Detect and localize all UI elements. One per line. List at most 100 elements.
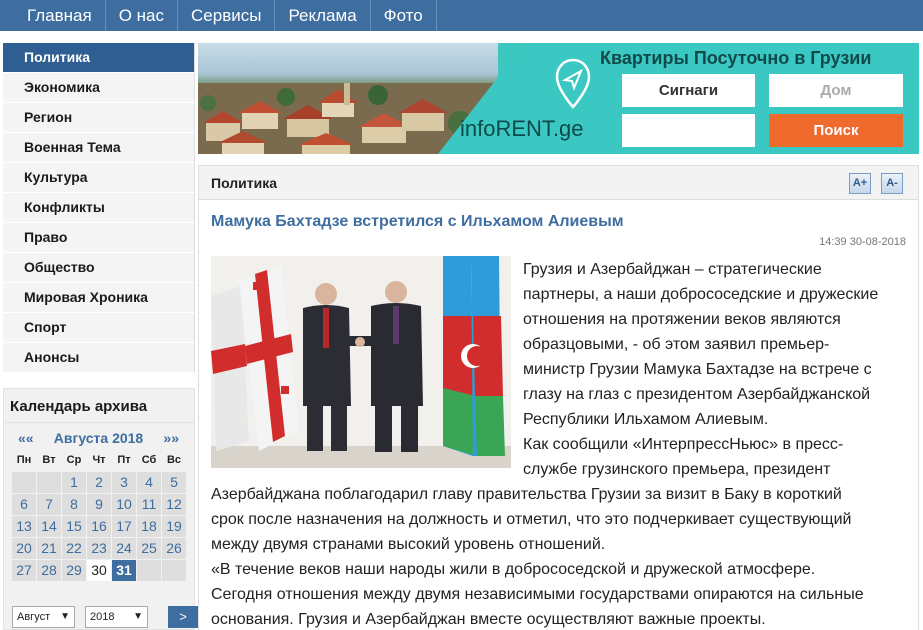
month-select[interactable]: Август ▼	[12, 606, 75, 628]
nav-item-about[interactable]: О нас	[106, 0, 179, 31]
year-select[interactable]: 2018 ▼	[85, 606, 148, 628]
sidebar-item-region[interactable]: Регион	[3, 103, 195, 133]
sidebar-item-announcements[interactable]: Анонсы	[3, 343, 195, 373]
article-line: основания. Грузия и Азербайджан вместе о…	[211, 611, 766, 628]
calendar-day[interactable]: 4	[137, 472, 161, 493]
calendar-day[interactable]: 8	[62, 494, 86, 515]
banner-type-field[interactable]: Дом	[769, 74, 903, 107]
calendar-day[interactable]: 18	[137, 516, 161, 537]
banner-title: Квартиры Посуточно в Грузии	[600, 48, 872, 68]
article-line: Республики Ильхамом Алиевым.	[523, 411, 769, 428]
article-line: срок после назначения на должность и отм…	[211, 511, 852, 528]
sidebar-item-military[interactable]: Военная Тема	[3, 133, 195, 163]
banner-empty-field[interactable]	[622, 114, 755, 147]
rent-ad-banner[interactable]: Квартиры Посуточно в Грузии infoRENT.ge …	[198, 43, 919, 154]
calendar-day[interactable]: 31	[112, 560, 136, 581]
calendar-day[interactable]: 1	[62, 472, 86, 493]
sidebar-item-world[interactable]: Мировая Хроника	[3, 283, 195, 313]
article-date: 14:39 30-08-2018	[819, 236, 906, 248]
calendar-day[interactable]: 10	[112, 494, 136, 515]
article-body-full: Азербайджана поблагодарил главу правител…	[211, 482, 911, 630]
nav-item-services[interactable]: Сервисы	[178, 0, 276, 31]
calendar-day[interactable]: 20	[12, 538, 36, 559]
weekday-header: Ср	[66, 454, 82, 466]
article-panel: Политика A+ A- Мамука Бахтадзе встретилс…	[198, 165, 919, 630]
article-line: глазу на глаз с президентом Азербайджанс…	[523, 386, 871, 403]
sidebar-item-culture[interactable]: Культура	[3, 163, 195, 193]
article-line: партнеры, а наши добрососедские и дружес…	[523, 286, 879, 303]
calendar-day[interactable]: 16	[87, 516, 111, 537]
calendar-day[interactable]: 24	[112, 538, 136, 559]
article-line: Как сообщили «ИнтерпрессНьюс» в пресс-	[523, 436, 844, 453]
nav-item-photo[interactable]: Фото	[371, 0, 437, 31]
article-line: министр Грузии Мамука Бахтадзе на встреч…	[523, 361, 872, 378]
calendar-empty-cell	[37, 472, 61, 493]
sidebar-item-sport[interactable]: Спорт	[3, 313, 195, 343]
calendar-day[interactable]: 19	[162, 516, 186, 537]
calendar-day[interactable]: 23	[87, 538, 111, 559]
calendar-day[interactable]: 11	[137, 494, 161, 515]
calendar-title: Календарь архива	[4, 389, 194, 423]
dropdown-arrow-icon: ▼	[133, 611, 143, 622]
calendar-day[interactable]: 27	[12, 560, 36, 581]
calendar-day[interactable]: 28	[37, 560, 61, 581]
calendar-day[interactable]: 9	[87, 494, 111, 515]
calendar-day[interactable]: 15	[62, 516, 86, 537]
article-panel-header: Политика A+ A-	[199, 166, 918, 200]
month-select-value: Август	[17, 611, 51, 623]
sidebar-item-law[interactable]: Право	[3, 223, 195, 253]
sidebar-item-society[interactable]: Общество	[3, 253, 195, 283]
calendar-day[interactable]: 13	[12, 516, 36, 537]
nav-item-home[interactable]: Главная	[0, 0, 106, 31]
calendar-next-link[interactable]: »»	[163, 430, 179, 447]
calendar-day[interactable]: 5	[162, 472, 186, 493]
calendar-prev-link[interactable]: ««	[18, 430, 34, 447]
calendar-day[interactable]: 17	[112, 516, 136, 537]
weekday-header: Вт	[42, 454, 56, 466]
weekday-header: Сб	[141, 454, 157, 466]
calendar-day[interactable]: 3	[112, 472, 136, 493]
font-decrease-button[interactable]: A-	[881, 173, 903, 194]
calendar-day[interactable]: 29	[62, 560, 86, 581]
location-pin-icon	[555, 58, 591, 109]
calendar-month-label[interactable]: Августа 2018	[54, 430, 143, 447]
banner-search-button[interactable]: Поиск	[769, 114, 903, 147]
font-increase-button[interactable]: A+	[849, 173, 871, 194]
calendar-grid: Пн Вт Ср Чт Пт Сб Вс 1 2 3 4 5 6 7 8 9 10 11 12 13 14 15 16 17 1…	[12, 449, 186, 581]
calendar-empty-cell	[162, 560, 186, 581]
calendar-month-nav: «« Августа 2018 »»	[4, 423, 194, 447]
calendar-day[interactable]: 6	[12, 494, 36, 515]
calendar-day[interactable]: 21	[37, 538, 61, 559]
article-line: «В течение веков наши народы жили в добр…	[211, 561, 816, 578]
calendar-controls: Август ▼ 2018 ▼ >	[12, 606, 198, 628]
article-line: отношения на протяжении веков являются	[523, 311, 841, 328]
article-category: Политика	[211, 175, 278, 191]
sidebar-item-economy[interactable]: Экономика	[3, 73, 195, 103]
article-body-wrapped: Грузия и Азербайджан – стратегические па…	[523, 257, 913, 482]
sidebar-item-conflicts[interactable]: Конфликты	[3, 193, 195, 223]
calendar-day[interactable]: 14	[37, 516, 61, 537]
calendar-day[interactable]: 26	[162, 538, 186, 559]
article-headline[interactable]: Мамука Бахтадзе встретился с Ильхамом Ал…	[211, 213, 624, 231]
article-line: Азербайджана поблагодарил главу правител…	[211, 486, 842, 503]
inforent-logo: infoRENT.ge	[460, 116, 584, 141]
weekday-header: Вс	[166, 454, 182, 466]
article-line: Грузия и Азербайджан – стратегические	[523, 261, 822, 278]
nav-item-ads[interactable]: Реклама	[275, 0, 371, 31]
banner-location-field[interactable]: Сигнаги	[622, 74, 755, 107]
category-menu: Политика Экономика Регион Военная Тема К…	[3, 43, 195, 373]
calendar-go-button[interactable]: >	[168, 606, 198, 628]
calendar-day[interactable]: 7	[37, 494, 61, 515]
article-line: службе грузинского премьера, президент	[523, 461, 831, 478]
calendar-day[interactable]: 22	[62, 538, 86, 559]
top-navigation: Главная О нас Сервисы Реклама Фото	[0, 0, 923, 31]
weekday-header: Чт	[92, 454, 106, 466]
dropdown-arrow-icon: ▼	[60, 611, 70, 622]
calendar-day[interactable]: 12	[162, 494, 186, 515]
weekday-header: Пт	[117, 454, 131, 466]
calendar-day[interactable]: 25	[137, 538, 161, 559]
calendar-day[interactable]: 2	[87, 472, 111, 493]
calendar-empty-cell	[137, 560, 161, 581]
calendar-day[interactable]: 30	[87, 560, 111, 581]
sidebar-item-politics[interactable]: Политика	[3, 43, 195, 73]
